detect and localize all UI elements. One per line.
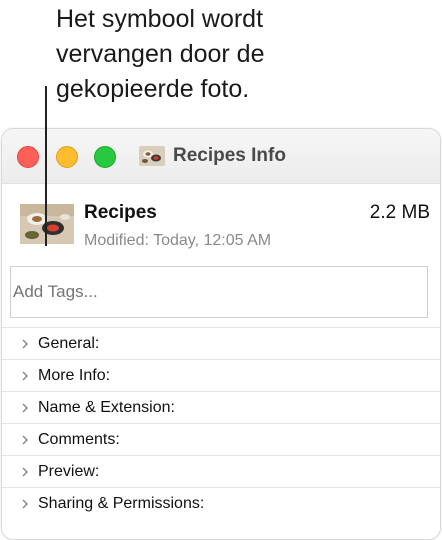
title-bar: Recipes Info [2,129,440,184]
callout-pointer-line [45,86,47,246]
section-preview[interactable]: Preview: [2,455,440,487]
window-title: Recipes Info [139,143,286,169]
section-label: Comments: [38,430,120,448]
info-window: Recipes Info Recipes 2.2 MB Modified: To… [1,128,441,540]
photo-thumbnail-icon [139,146,165,166]
section-comments[interactable]: Comments: [2,423,440,455]
section-more-info[interactable]: More Info: [2,359,440,391]
file-modified: Modified: Today, 12:05 AM [84,232,272,249]
section-name-extension[interactable]: Name & Extension: [2,391,440,423]
callout-line-3: gekopieerde foto. [56,75,250,103]
chevron-right-icon [22,402,29,413]
callout-text: Het symbool wordt vervangen door de geko… [56,2,264,107]
chevron-right-icon [22,498,29,509]
chevron-right-icon [22,338,29,349]
section-label: More Info: [38,366,111,384]
info-sections: General: More Info: Name & Extension: Co… [2,327,440,519]
section-label: General: [38,334,100,352]
close-button[interactable] [17,146,39,168]
callout-line-2: vervangen door de [56,40,265,68]
window-title-text: Recipes Info [173,145,286,166]
tags-input[interactable] [10,266,428,318]
chevron-right-icon [22,370,29,381]
section-label: Preview: [38,462,100,480]
chevron-right-icon [22,434,29,445]
section-label: Sharing & Permissions: [38,494,205,512]
callout-line-1: Het symbool wordt [56,5,264,33]
section-sharing-permissions[interactable]: Sharing & Permissions: [2,487,440,519]
file-header: Recipes 2.2 MB Modified: Today, 12:05 AM [2,184,440,264]
file-size: 2.2 MB [369,202,430,223]
minimize-button[interactable] [56,146,78,168]
maximize-button[interactable] [94,146,116,168]
section-general[interactable]: General: [2,327,440,359]
file-name: Recipes [84,202,157,223]
section-label: Name & Extension: [38,398,175,416]
chevron-right-icon [22,466,29,477]
file-preview-icon [20,204,74,244]
